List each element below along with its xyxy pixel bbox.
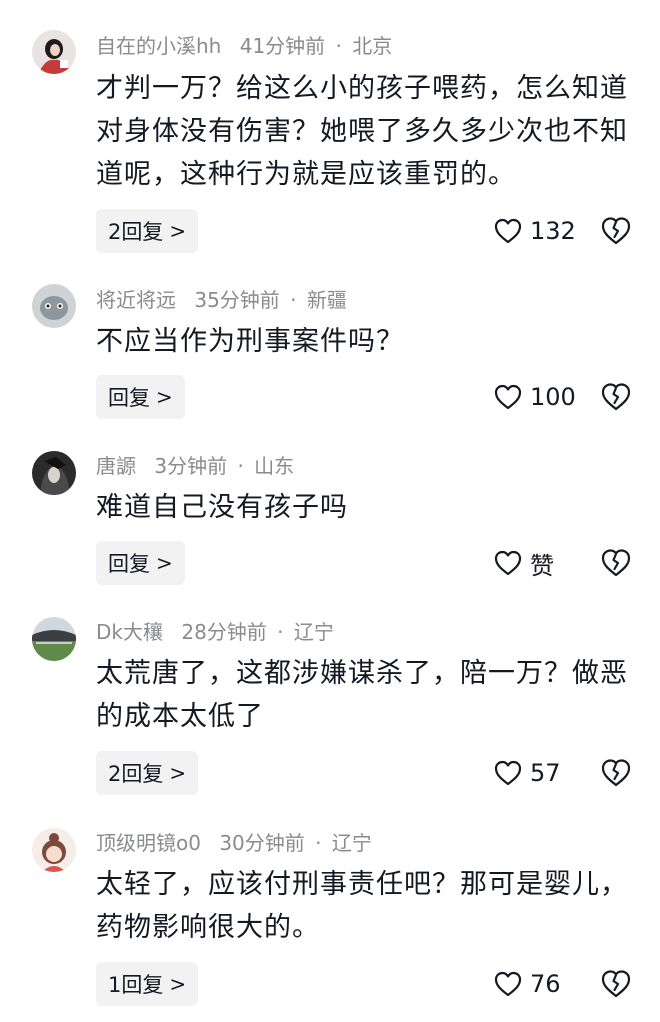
chevron-right-icon: >	[169, 972, 187, 996]
broken-heart-icon	[601, 759, 631, 787]
reply-label: 回复	[108, 386, 150, 410]
comment-location: 辽宁	[293, 620, 334, 644]
comment-location: 辽宁	[331, 831, 372, 855]
avatar-image	[32, 30, 76, 74]
like-count: 57	[530, 759, 561, 787]
separator: ·	[277, 620, 284, 644]
comment-time: 35分钟前	[194, 288, 280, 312]
like-button[interactable]: 57	[494, 751, 561, 795]
comment-location: 新疆	[306, 288, 347, 312]
avatar[interactable]	[32, 828, 76, 872]
reply-label: 2回复	[108, 220, 164, 244]
like-button[interactable]: 132	[494, 209, 576, 253]
reply-button[interactable]: 2回复 >	[96, 751, 199, 795]
avatar[interactable]	[32, 617, 76, 661]
username[interactable]: Dk大穰	[96, 620, 163, 644]
comment-time: 41分钟前	[239, 34, 326, 58]
heart-icon	[494, 384, 522, 410]
dislike-button[interactable]	[600, 757, 632, 789]
heart-icon	[494, 550, 522, 576]
reply-button[interactable]: 回复 >	[96, 375, 185, 419]
reply-button[interactable]: 回复 >	[96, 541, 185, 585]
dislike-button[interactable]	[600, 215, 632, 247]
comment-meta: 唐謜 3分钟前 · 山东	[96, 453, 294, 479]
reply-label: 1回复	[108, 973, 164, 997]
like-count: 132	[530, 217, 576, 245]
separator: ·	[237, 454, 244, 478]
dislike-button[interactable]	[600, 968, 632, 1000]
broken-heart-icon	[601, 970, 631, 998]
chevron-right-icon: >	[156, 385, 173, 409]
comment-location: 北京	[352, 34, 393, 58]
like-count: 76	[530, 970, 561, 998]
comment-location: 山东	[254, 454, 295, 478]
comment-text: 太轻了，应该付刑事责任吧？那可是婴儿，药物影响很大的。	[96, 869, 628, 943]
like-count: 100	[530, 383, 576, 411]
avatar-image	[32, 284, 76, 328]
reply-button[interactable]: 1回复 >	[96, 962, 199, 1006]
comment-time: 28分钟前	[181, 620, 267, 644]
chevron-right-icon: >	[156, 551, 173, 575]
avatar-image	[32, 617, 76, 661]
comment-time: 30分钟前	[219, 831, 305, 855]
dislike-button[interactable]	[600, 381, 632, 413]
comment-meta: 顶级明镜o0 30分钟前 · 辽宁	[96, 830, 372, 856]
comment-meta: 自在的小溪hh 41分钟前 · 北京	[96, 33, 392, 59]
avatar[interactable]	[32, 284, 76, 328]
comment-time: 3分钟前	[154, 454, 228, 478]
reply-label: 2回复	[108, 762, 164, 786]
reply-button[interactable]: 2回复 >	[96, 209, 199, 253]
broken-heart-icon	[601, 217, 631, 245]
separator: ·	[315, 831, 322, 855]
username[interactable]: 唐謜	[96, 454, 136, 478]
reply-label: 回复	[108, 552, 150, 576]
comment-meta: Dk大穰 28分钟前 · 辽宁	[96, 619, 334, 645]
heart-icon	[494, 218, 522, 244]
broken-heart-icon	[601, 383, 631, 411]
comment-text: 才判一万？给这么小的孩子喂药，怎么知道对身体没有伤害？她喂了多久多少次也不知道呢…	[96, 73, 628, 190]
comment-meta: 将近将远 35分钟前 · 新疆	[96, 287, 347, 313]
broken-heart-icon	[601, 549, 631, 577]
like-button[interactable]: 100	[494, 375, 576, 419]
chevron-right-icon: >	[169, 219, 187, 243]
chevron-right-icon: >	[169, 761, 187, 785]
heart-icon	[494, 760, 522, 786]
avatar[interactable]	[32, 451, 76, 495]
comment-text: 太荒唐了，这都涉嫌谋杀了，陪一万？做恶的成本太低了	[96, 658, 628, 732]
avatar[interactable]	[32, 30, 76, 74]
like-button[interactable]: 赞	[494, 541, 554, 585]
comment-text: 难道自己没有孩子吗	[96, 492, 348, 523]
like-button[interactable]: 76	[494, 962, 561, 1006]
username[interactable]: 自在的小溪hh	[96, 34, 221, 58]
avatar-image	[32, 451, 76, 495]
avatar-image	[32, 828, 76, 872]
username[interactable]: 将近将远	[96, 288, 176, 312]
dislike-button[interactable]	[600, 547, 632, 579]
separator: ·	[335, 34, 342, 58]
separator: ·	[290, 288, 297, 312]
username[interactable]: 顶级明镜o0	[96, 831, 201, 855]
like-count: 赞	[530, 551, 554, 580]
heart-icon	[494, 971, 522, 997]
comment-text: 不应当作为刑事案件吗？	[96, 326, 404, 357]
